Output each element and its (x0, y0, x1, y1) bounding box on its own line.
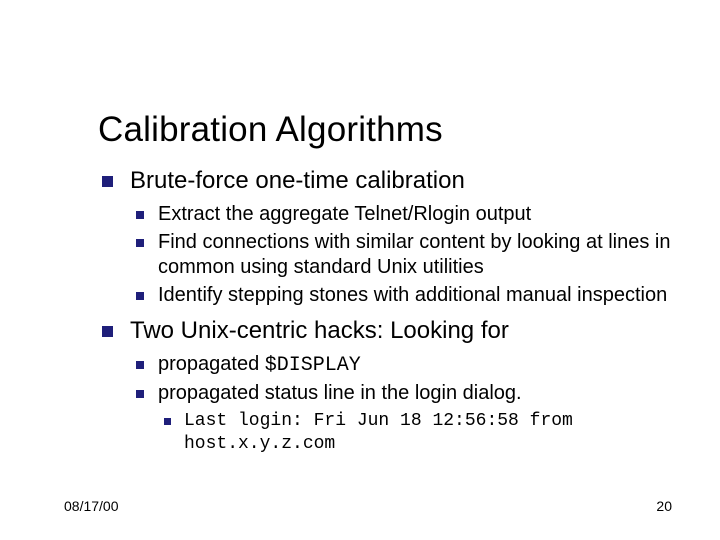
bullet-list: Brute-force one-time calibration Extract… (98, 166, 680, 457)
bullet-text: Identify stepping stones with additional… (158, 284, 667, 306)
bullet-text: propagated (158, 353, 265, 375)
bullet-text: Extract the aggregate Telnet/Rlogin outp… (158, 203, 531, 225)
footer-date: 08/17/00 (64, 498, 119, 514)
bullet-level2: Find connections with similar content by… (130, 230, 680, 280)
bullet-text: Find connections with similar content by… (158, 231, 670, 278)
bullet-level3: Last login: Fri Jun 18 12:56:58 from hos… (158, 410, 680, 457)
slide: Calibration Algorithms Brute-force one-t… (0, 0, 720, 540)
code-text: Last login: Fri Jun 18 12:56:58 from hos… (184, 411, 573, 454)
sub-bullet-list: propagated $DISPLAY propagated status li… (130, 352, 680, 457)
sub-sub-bullet-list: Last login: Fri Jun 18 12:56:58 from hos… (158, 410, 680, 457)
code-text: $DISPLAY (265, 354, 361, 377)
bullet-level2: Extract the aggregate Telnet/Rlogin outp… (130, 202, 680, 227)
bullet-text: Two Unix-centric hacks: Looking for (130, 317, 509, 344)
bullet-level2: propagated $DISPLAY (130, 352, 680, 378)
bullet-text: propagated status line in the login dial… (158, 382, 522, 404)
bullet-level1: Brute-force one-time calibration Extract… (98, 166, 680, 308)
page-number: 20 (656, 498, 672, 514)
bullet-text: Brute-force one-time calibration (130, 167, 465, 194)
bullet-level1: Two Unix-centric hacks: Looking for prop… (98, 316, 680, 457)
bullet-level2: Identify stepping stones with additional… (130, 283, 680, 308)
slide-title: Calibration Algorithms (98, 110, 680, 150)
sub-bullet-list: Extract the aggregate Telnet/Rlogin outp… (130, 202, 680, 308)
bullet-level2: propagated status line in the login dial… (130, 381, 680, 457)
